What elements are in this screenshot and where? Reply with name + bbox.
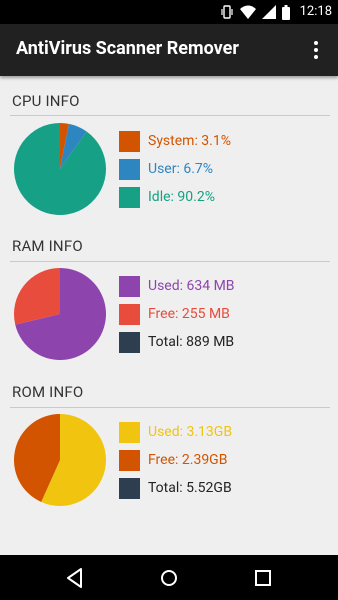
status-bar: 12:18 [0, 0, 338, 24]
home-icon [161, 570, 177, 586]
rom-legend-used: Used: 3.13GB [119, 421, 233, 443]
recents-button[interactable] [250, 565, 276, 591]
ram-pie-chart [14, 268, 106, 360]
app-title: AntiVirus Scanner Remover [16, 38, 239, 59]
signal-icon [262, 5, 276, 19]
vibrate-icon [221, 5, 233, 19]
cpu-swatch-system [119, 130, 140, 152]
cpu-swatch-idle [119, 186, 140, 208]
cpu-pie-chart [14, 123, 106, 215]
rom-label-used: Used: 3.13GB [148, 424, 233, 440]
cpu-label-user: User: 6.7% [148, 161, 214, 177]
ram-divider [10, 261, 330, 262]
rom-label-total: Total: 5.52GB [148, 480, 232, 496]
app-bar: AntiVirus Scanner Remover [0, 24, 338, 76]
status-time: 12:18 [299, 4, 332, 19]
rom-divider [10, 407, 330, 408]
overflow-menu-icon [314, 41, 318, 59]
cpu-legend-idle: Idle: 90.2% [119, 186, 215, 208]
ram-legend-total: Total: 889 MB [119, 331, 235, 353]
cpu-label-idle: Idle: 90.2% [148, 189, 215, 205]
rom-swatch-free [119, 449, 140, 471]
cpu-divider [10, 115, 330, 116]
rom-label-free: Free: 2.39GB [148, 452, 228, 468]
rom-pie-chart [14, 414, 106, 506]
back-icon [67, 568, 82, 588]
battery-icon [282, 4, 290, 20]
ram-label-used: Used: 634 MB [148, 278, 235, 294]
ram-swatch-used [119, 275, 140, 297]
wifi-icon [240, 5, 256, 19]
ram-legend-used: Used: 634 MB [119, 275, 235, 297]
rom-swatch-used [119, 421, 140, 443]
ram-swatch-free [119, 303, 140, 325]
rom-legend-free: Free: 2.39GB [119, 449, 228, 471]
ram-section-title: RAM INFO [12, 237, 83, 255]
cpu-swatch-user [119, 158, 140, 180]
pie-slice [14, 123, 106, 215]
overflow-menu-button[interactable] [304, 38, 328, 62]
ram-legend-free: Free: 255 MB [119, 303, 230, 325]
status-icons [220, 4, 290, 20]
navigation-bar [0, 555, 338, 600]
ram-swatch-total [119, 331, 140, 353]
recents-icon [255, 570, 271, 586]
cpu-legend-system: System: 3.1% [119, 130, 231, 152]
home-button[interactable] [156, 565, 182, 591]
ram-label-free: Free: 255 MB [148, 306, 230, 322]
rom-swatch-total [119, 477, 140, 499]
cpu-label-system: System: 3.1% [148, 133, 231, 149]
cpu-section-title: CPU INFO [12, 92, 80, 110]
rom-legend-total: Total: 5.52GB [119, 477, 232, 499]
cpu-legend-user: User: 6.7% [119, 158, 214, 180]
ram-label-total: Total: 889 MB [148, 334, 235, 350]
rom-section-title: ROM INFO [12, 383, 84, 401]
back-button[interactable] [62, 565, 88, 591]
